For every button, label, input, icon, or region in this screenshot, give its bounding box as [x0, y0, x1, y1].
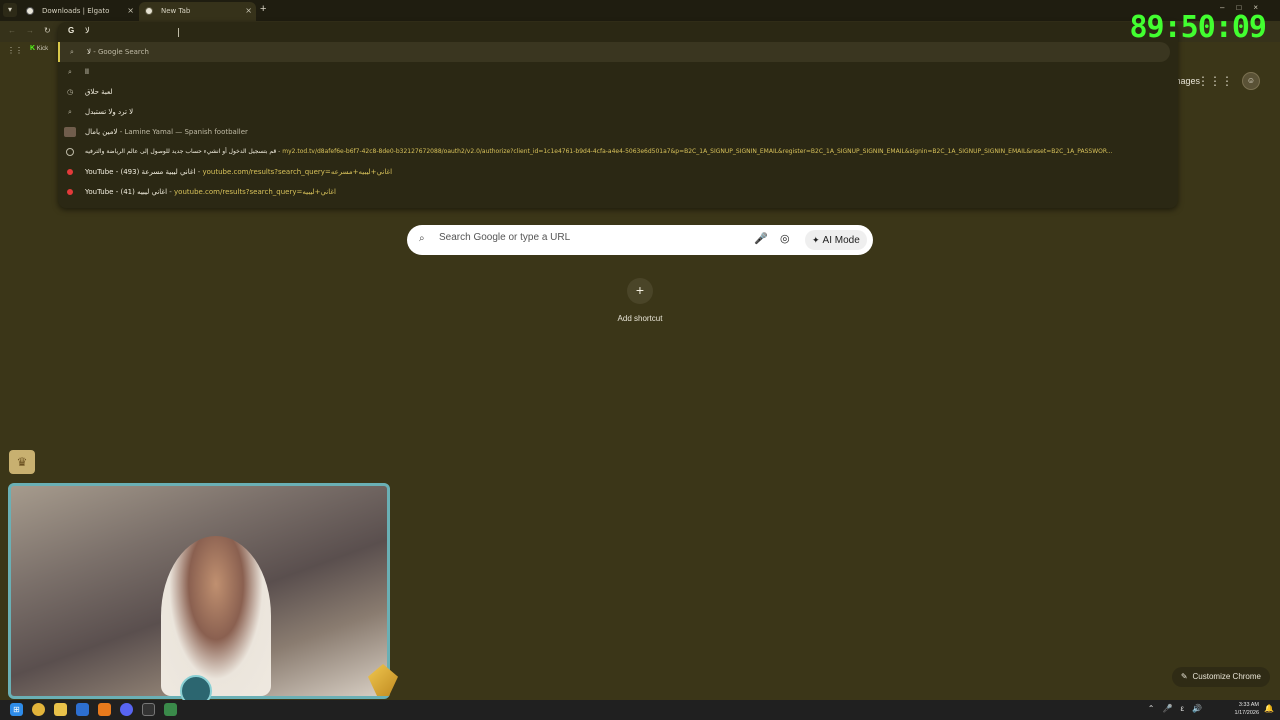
taskbar: ⊞ ⌃🎤ε🔊 3:33 AM 1/17/2026 🔔	[0, 700, 1280, 720]
globe-icon	[66, 148, 74, 156]
suggestion-item[interactable]: قم بتسجيل الدخول أو انشيء حساب جديد للوص…	[58, 142, 1170, 162]
entity-thumbnail-icon	[64, 127, 76, 137]
search-icon: ⌕	[70, 48, 74, 56]
kick-logo-icon: K	[30, 45, 36, 52]
tab-title: Downloads | Elgato	[42, 7, 110, 15]
google-search-box[interactable]: ⌕ 🎤 ◎ ✦AI Mode	[407, 225, 873, 255]
suggestion-item[interactable]: ⌕ لا - Google Search	[58, 42, 1170, 62]
search-icon: ⌕	[68, 108, 72, 116]
ai-search-icon: ✦	[812, 235, 820, 245]
new-tab-button[interactable]: +	[260, 3, 266, 15]
text-cursor	[178, 28, 179, 37]
tab-close-icon[interactable]: ×	[245, 2, 252, 20]
apps-icon[interactable]: ⋮⋮	[7, 46, 23, 55]
youtube-icon	[67, 189, 73, 195]
back-arrow-icon[interactable]: ←	[8, 26, 16, 35]
youtube-icon	[67, 169, 73, 175]
notification-bell-icon[interactable]: 🔔	[1264, 704, 1274, 713]
clock-date: 1/17/2026	[1234, 710, 1259, 716]
forward-arrow-icon[interactable]: →	[26, 26, 34, 35]
tab-title: New Tab	[161, 7, 191, 15]
ai-mode-label: AI Mode	[822, 235, 860, 246]
customize-chrome-button[interactable]: ✎ Customize Chrome	[1171, 667, 1270, 687]
suggestion-item[interactable]: لامين يامال - Lamine Yamal — Spanish foo…	[58, 122, 1170, 142]
discord-icon[interactable]	[120, 703, 133, 716]
omnibox-input[interactable]: G لا	[58, 22, 1178, 42]
bookmark-label: Kick	[36, 46, 49, 52]
omnibox-dropdown: G لا ⌕ لا - Google Search ⌕ lا ◷ لعبة حل…	[58, 22, 1178, 208]
vlc-icon[interactable]	[98, 703, 111, 716]
pencil-icon: ✎	[1180, 672, 1188, 681]
bookmark-kick[interactable]: K Kick	[30, 45, 48, 52]
google-icon: G	[68, 26, 75, 35]
tab-close-icon[interactable]: ×	[127, 2, 134, 20]
file-explorer-icon[interactable]	[54, 703, 67, 716]
tab-search-button[interactable]: ▾	[3, 3, 17, 17]
suggestion-item[interactable]: ⌕ lا	[58, 62, 1170, 82]
windows-start-icon[interactable]: ⊞	[10, 703, 23, 716]
chrome-icon[interactable]	[32, 703, 45, 716]
webcam-overlay	[8, 483, 390, 699]
clock-time: 3:33 AM	[1238, 702, 1259, 708]
omnibox-text[interactable]: لا	[85, 26, 90, 35]
avatar[interactable]: ☺	[1242, 72, 1260, 90]
suggestion-item[interactable]: YouTube - اغاني ليبيه (41) - youtube.com…	[58, 182, 1170, 202]
history-icon: ◷	[66, 88, 74, 96]
suggestion-item[interactable]: YouTube - اغاني ليبية مسرعة (493) - yout…	[58, 162, 1170, 182]
tab-new-tab[interactable]: New Tab ×	[139, 2, 256, 21]
search-icon: ⌕	[68, 68, 72, 76]
new-tab-favicon-icon	[145, 7, 153, 15]
microphone-icon[interactable]: 🎤	[754, 232, 768, 245]
store-icon[interactable]	[76, 703, 89, 716]
stream-timer: 89:50:09	[1129, 10, 1267, 45]
suggestion-item[interactable]: ◷ لعبة حلاق	[58, 82, 1170, 102]
crown-icon: ♛	[9, 450, 35, 474]
taskbar-clock[interactable]: 3:33 AM 1/17/2026	[1235, 701, 1259, 717]
plus-icon[interactable]: +	[627, 278, 653, 304]
shortcut-label: Add shortcut	[617, 314, 663, 323]
customize-label: Customize Chrome	[1192, 672, 1261, 681]
suggestion-item[interactable]: ⌕ لا ترد ولا تستبدل	[58, 102, 1170, 122]
app-icon[interactable]	[164, 703, 177, 716]
bookmarks-bar: ⋮⋮ K Kick	[0, 42, 60, 58]
terminal-icon[interactable]	[142, 703, 155, 716]
tab-downloads-elgato[interactable]: Downloads | Elgato ×	[20, 2, 138, 21]
tab-strip: ▾ Downloads | Elgato × New Tab × + –□×	[0, 0, 1280, 21]
search-input[interactable]	[439, 232, 739, 243]
search-icon: ⌕	[419, 233, 425, 244]
reload-icon[interactable]: ↻	[44, 26, 51, 35]
system-tray[interactable]: ⌃🎤ε🔊	[1148, 704, 1210, 713]
google-apps-grid-icon[interactable]: ⋮⋮⋮	[1197, 74, 1233, 88]
add-shortcut-tile[interactable]: + Add shortcut	[610, 278, 670, 323]
ai-mode-button[interactable]: ✦ AI Mode	[805, 230, 867, 250]
elgato-favicon-icon	[26, 7, 34, 15]
google-lens-icon[interactable]: ◎	[780, 232, 790, 245]
